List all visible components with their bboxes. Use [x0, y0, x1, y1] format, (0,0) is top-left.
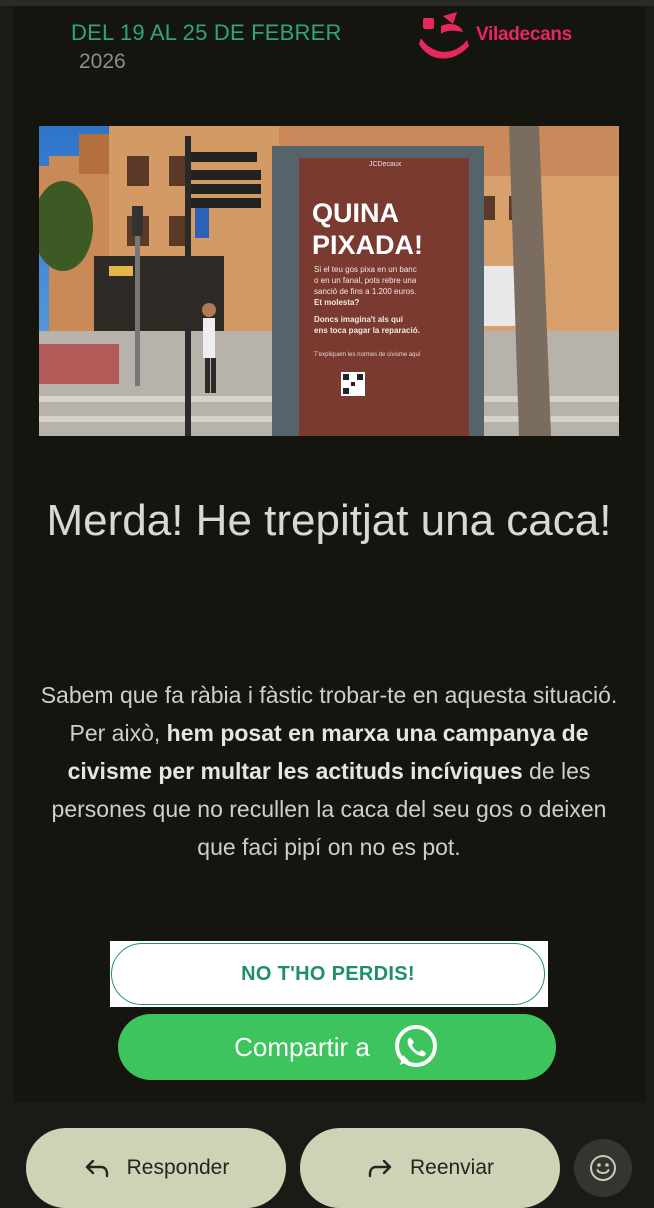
year: 2026: [79, 50, 126, 73]
whatsapp-icon: [394, 1025, 437, 1067]
poster-body-4: Et molesta?: [314, 298, 359, 307]
share-label: Compartir a: [234, 1031, 370, 1062]
reply-arrow-icon: [85, 1159, 108, 1178]
article-headline: Merda! He trepitjat una caca!: [46, 496, 612, 545]
article-body: Sabem que fa ràbia i fàstic trobar-te en…: [33, 676, 625, 866]
email-body: DEL 19 AL 25 DE FEBRER 2026 Viladecans Q…: [13, 6, 645, 1102]
poster-highlight-2: ens toca pagar la reparació.: [314, 326, 420, 335]
poster-highlight-1: Doncs imagina't als qui: [314, 315, 403, 324]
kiosk-brand: JCDecaux: [369, 161, 402, 168]
reply-button[interactable]: Responder: [26, 1128, 286, 1208]
brand-name: Viladecans: [476, 24, 572, 45]
reply-label: Responder: [126, 1156, 230, 1179]
hero-image: QUINA PIXADA! Si el teu gos pixa en un b…: [39, 126, 619, 436]
poster-headline-2: PIXADA!: [312, 230, 423, 260]
poster-body-2: o en un fanal, pots rebre una: [314, 276, 417, 285]
date-range: DEL 19 AL 25 DE FEBRER: [71, 20, 342, 45]
viladecans-logo-icon: [419, 12, 469, 59]
no-tho-perdis-button[interactable]: NO T'HO PERDIS!: [111, 943, 545, 1005]
forward-arrow-icon: [368, 1159, 392, 1178]
share-whatsapp-button[interactable]: Compartir a: [118, 1014, 556, 1080]
emoji-button[interactable]: [574, 1139, 632, 1197]
cta-frame: NO T'HO PERDIS!: [110, 941, 548, 1007]
poster-headline-1: QUINA: [312, 198, 399, 228]
poster-body-3: sanció de fins a 1.200 euros.: [314, 287, 416, 296]
forward-button[interactable]: Reenviar: [300, 1128, 560, 1208]
poster-footer: T'expliquem les normes de civisme aquí: [314, 352, 421, 358]
brand-logo[interactable]: Viladecans: [419, 10, 599, 62]
emoji-smile-icon: [590, 1155, 616, 1181]
poster-body-1: Si el teu gos pixa en un banc: [314, 265, 417, 274]
forward-label: Reenviar: [409, 1156, 495, 1179]
